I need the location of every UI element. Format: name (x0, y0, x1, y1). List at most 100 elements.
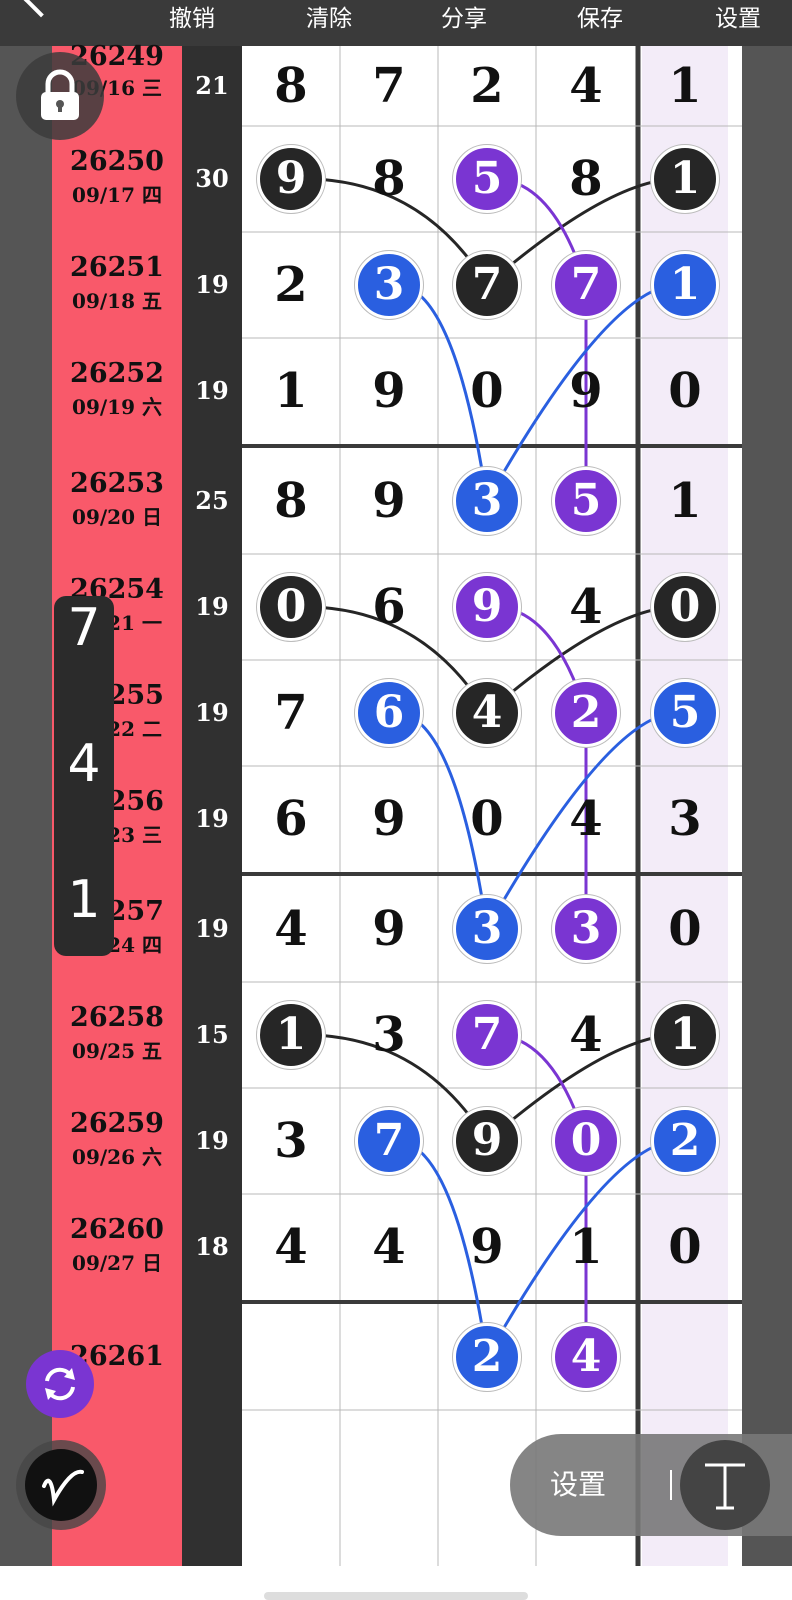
digit-cell[interactable]: 0 (635, 363, 735, 419)
refresh-button[interactable] (26, 1350, 94, 1418)
share-button[interactable]: 分享 (429, 4, 499, 34)
period-cell: 26251 09/18 五 (52, 232, 182, 338)
digit-cell[interactable]: 1 (536, 1219, 636, 1275)
sum-value: 30 (195, 164, 229, 193)
marked-digit-ball[interactable]: 7 (453, 1001, 521, 1069)
digit-cell[interactable]: 9 (339, 473, 439, 529)
marked-digit-ball[interactable]: 5 (552, 467, 620, 535)
settings-button[interactable]: 设置 (703, 4, 773, 34)
back-arrow-icon[interactable] (22, 0, 60, 18)
digit-cell[interactable]: 8 (241, 58, 341, 114)
marked-digit-ball[interactable]: 1 (651, 1001, 719, 1069)
marked-digit-ball[interactable]: 2 (552, 679, 620, 747)
digit-cell[interactable]: 1 (635, 58, 735, 114)
digit-cell[interactable]: 0 (437, 791, 537, 847)
sum-value: 15 (195, 1020, 229, 1049)
digit-cell[interactable]: 3 (241, 1113, 341, 1169)
marked-digit-ball[interactable]: 1 (651, 145, 719, 213)
sum-value: 18 (195, 1232, 229, 1261)
marked-digit-ball[interactable]: 2 (651, 1107, 719, 1175)
digit-cell[interactable]: 9 (339, 791, 439, 847)
digit-cell[interactable]: 4 (536, 579, 636, 635)
clear-button[interactable]: 清除 (294, 4, 364, 34)
text-tool-button[interactable] (680, 1440, 770, 1530)
marked-digit-ball[interactable]: 2 (453, 1323, 521, 1391)
digit-cell[interactable]: 4 (536, 58, 636, 114)
period-cell: 26250 09/17 四 (52, 126, 182, 232)
marked-digit-ball[interactable]: 7 (453, 251, 521, 319)
marked-digit-ball[interactable]: 9 (453, 1107, 521, 1175)
side-number-panel[interactable]: 7 4 1 (54, 596, 114, 956)
marked-digit-ball[interactable]: 3 (453, 895, 521, 963)
digit-cell[interactable]: 2 (437, 58, 537, 114)
marked-digit-ball[interactable]: 7 (552, 251, 620, 319)
period-date: 09/18 五 (72, 289, 162, 313)
digit-cell[interactable]: 4 (339, 1219, 439, 1275)
digit-cell[interactable]: 2 (241, 257, 341, 313)
digit-cell[interactable]: 8 (339, 151, 439, 207)
sum-value: 19 (195, 592, 229, 621)
digit-cell[interactable]: 7 (241, 685, 341, 741)
marked-digit-ball[interactable]: 6 (355, 679, 423, 747)
digit-cell[interactable]: 9 (339, 901, 439, 957)
floating-settings-label[interactable]: 设置 (550, 1468, 606, 1502)
marked-digit-ball[interactable]: 3 (552, 895, 620, 963)
sum-value: 19 (195, 1126, 229, 1155)
side-number[interactable]: 7 (54, 598, 114, 658)
period-date: 09/25 五 (72, 1039, 162, 1063)
marked-digit-ball[interactable]: 4 (552, 1323, 620, 1391)
refresh-icon (45, 1367, 75, 1401)
period-cell: 26260 09/27 日 (52, 1194, 182, 1300)
digit-cell[interactable]: 9 (536, 363, 636, 419)
marked-digit-ball[interactable]: 4 (453, 679, 521, 747)
floating-settings-pill[interactable]: 设置 (510, 1434, 792, 1536)
period-number: 26258 (70, 1002, 164, 1033)
marked-digit-ball[interactable]: 5 (651, 679, 719, 747)
digit-cell[interactable]: 4 (536, 1007, 636, 1063)
marked-digit-ball[interactable]: 7 (355, 1107, 423, 1175)
marked-digit-ball[interactable]: 1 (651, 251, 719, 319)
digit-cell[interactable]: 0 (635, 901, 735, 957)
marked-digit-ball[interactable]: 9 (453, 573, 521, 641)
sum-value: 19 (195, 914, 229, 943)
digit-cell[interactable]: 3 (339, 1007, 439, 1063)
digit-cell[interactable]: 0 (635, 1219, 735, 1275)
digit-cell[interactable]: 6 (339, 579, 439, 635)
digit-cell[interactable]: 8 (241, 473, 341, 529)
digit-cell[interactable]: 8 (536, 151, 636, 207)
marked-digit-ball[interactable]: 0 (651, 573, 719, 641)
home-indicator[interactable] (264, 1592, 528, 1600)
side-number[interactable]: 4 (54, 734, 114, 794)
digit-cell[interactable]: 4 (241, 901, 341, 957)
sum-value: 25 (195, 486, 229, 515)
digit-cell[interactable]: 6 (241, 791, 341, 847)
digit-cell[interactable]: 0 (437, 363, 537, 419)
marked-digit-ball[interactable]: 0 (552, 1107, 620, 1175)
digit-cell[interactable]: 4 (536, 791, 636, 847)
digit-cell[interactable]: 1 (241, 363, 341, 419)
pen-button[interactable] (16, 1440, 106, 1530)
marked-digit-ball[interactable]: 5 (453, 145, 521, 213)
period-number: 26260 (70, 1214, 164, 1245)
digit-cell[interactable]: 3 (635, 791, 735, 847)
marked-digit-ball[interactable]: 0 (257, 573, 325, 641)
digit-cell[interactable]: 9 (437, 1219, 537, 1275)
digit-cell[interactable]: 7 (339, 58, 439, 114)
digit-cell[interactable]: 1 (635, 473, 735, 529)
period-number: 26251 (70, 252, 164, 283)
marked-digit-ball[interactable]: 9 (257, 145, 325, 213)
marked-digit-ball[interactable]: 3 (355, 251, 423, 319)
period-date: 09/17 四 (72, 183, 162, 207)
sum-value: 19 (195, 698, 229, 727)
marked-digit-ball[interactable]: 3 (453, 467, 521, 535)
save-button[interactable]: 保存 (565, 4, 635, 34)
lock-button[interactable] (16, 52, 104, 140)
undo-button[interactable]: 撤销 (157, 4, 227, 34)
side-number[interactable]: 1 (54, 870, 114, 930)
digit-cell[interactable]: 4 (241, 1219, 341, 1275)
text-tool-icon (705, 1463, 745, 1510)
sum-value: 19 (195, 270, 229, 299)
digit-cell[interactable]: 9 (339, 363, 439, 419)
period-number: 26252 (70, 358, 164, 389)
marked-digit-ball[interactable]: 1 (257, 1001, 325, 1069)
